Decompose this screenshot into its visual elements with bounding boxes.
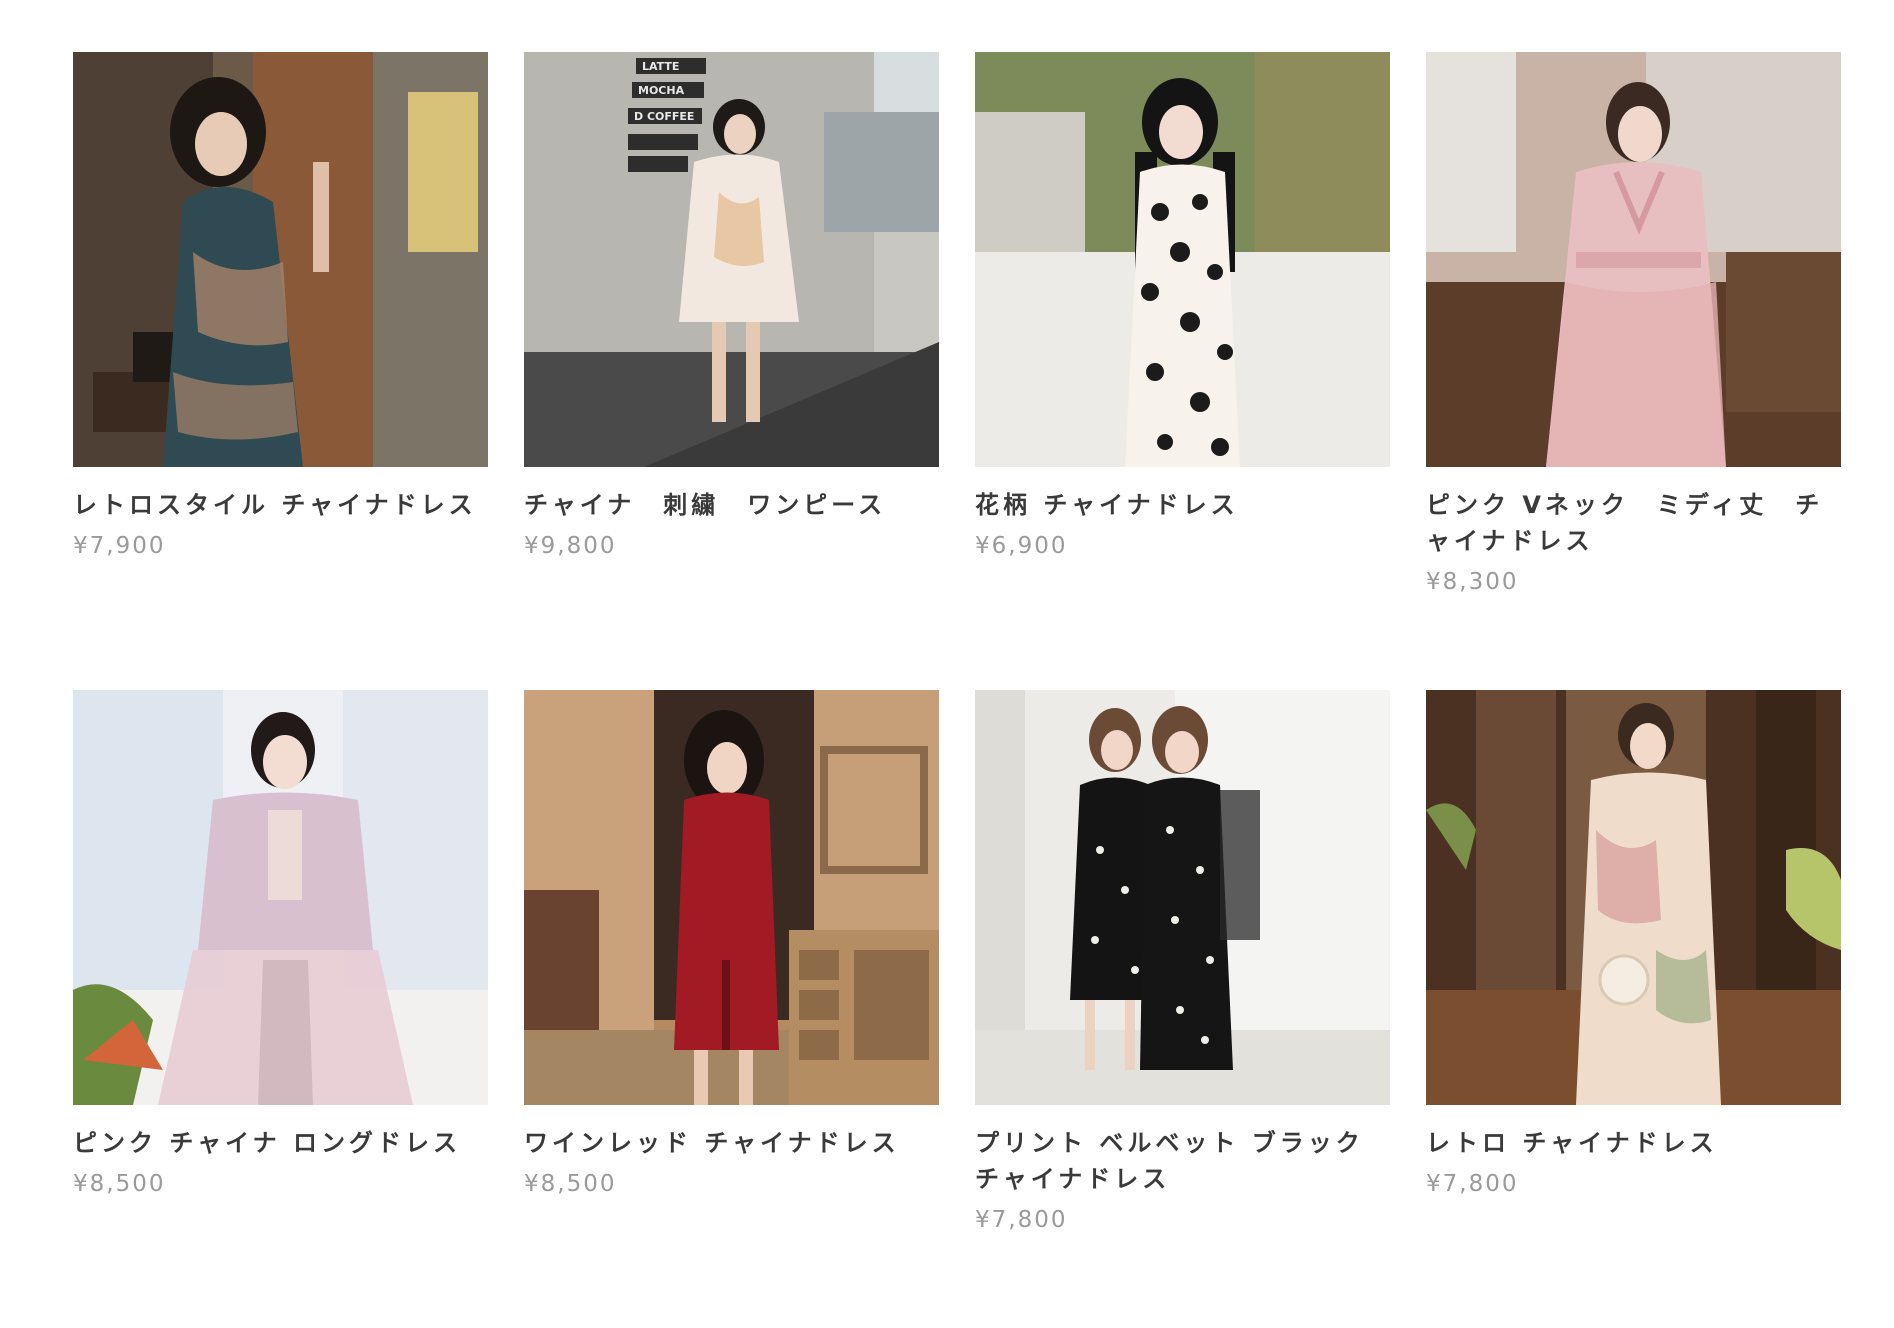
product-card[interactable]: ピンク チャイナ ロングドレス ¥8,500 — [73, 690, 488, 1328]
product-price: ¥7,800 — [975, 1207, 1068, 1233]
product-card[interactable]: レトロ チャイナドレス ¥7,800 — [1426, 690, 1841, 1328]
product-name[interactable]: 花柄 チャイナドレス — [975, 487, 1390, 523]
product-card[interactable]: ワインレッド チャイナドレス ¥8,500 — [524, 690, 939, 1328]
product-image[interactable] — [73, 690, 488, 1105]
product-image[interactable] — [524, 690, 939, 1105]
product-card[interactable]: ピンク Vネック ミディ丈 チャイナドレス ¥8,300 — [1426, 52, 1841, 690]
sign-text-mocha: MOCHA — [638, 84, 685, 97]
sign-text-coffee: D COFFEE — [634, 110, 694, 123]
product-price: ¥8,500 — [524, 1171, 617, 1197]
product-price: ¥8,300 — [1426, 569, 1519, 595]
product-image[interactable] — [1426, 52, 1841, 467]
product-card[interactable]: LATTE MOCHA D COFFEE チャイナ 刺繍 ワンピース ¥9,80… — [524, 52, 939, 690]
product-name[interactable]: ワインレッド チャイナドレス — [524, 1125, 939, 1161]
product-name[interactable]: レトロスタイル チャイナドレス — [73, 487, 488, 523]
product-image[interactable] — [975, 690, 1390, 1105]
product-card[interactable]: プリント ベルベット ブラック チャイナドレス ¥7,800 — [975, 690, 1390, 1328]
product-image[interactable]: LATTE MOCHA D COFFEE — [524, 52, 939, 467]
product-price: ¥6,900 — [975, 533, 1068, 559]
product-price: ¥7,900 — [73, 533, 166, 559]
product-image[interactable] — [975, 52, 1390, 467]
product-card[interactable]: 花柄 チャイナドレス ¥6,900 — [975, 52, 1390, 690]
product-price: ¥8,500 — [73, 1171, 166, 1197]
product-name[interactable]: ピンク Vネック ミディ丈 チャイナドレス — [1426, 487, 1841, 559]
product-price: ¥9,800 — [524, 533, 617, 559]
product-grid: レトロスタイル チャイナドレス ¥7,900 LATTE MOCHA D COF… — [73, 52, 1843, 1328]
product-image[interactable] — [1426, 690, 1841, 1105]
product-name[interactable]: チャイナ 刺繍 ワンピース — [524, 487, 939, 523]
product-image[interactable] — [73, 52, 488, 467]
product-name[interactable]: レトロ チャイナドレス — [1426, 1125, 1841, 1161]
product-name[interactable]: プリント ベルベット ブラック チャイナドレス — [975, 1125, 1390, 1197]
product-card[interactable]: レトロスタイル チャイナドレス ¥7,900 — [73, 52, 488, 690]
product-price: ¥7,800 — [1426, 1171, 1519, 1197]
product-name[interactable]: ピンク チャイナ ロングドレス — [73, 1125, 488, 1161]
sign-text-latte: LATTE — [642, 60, 679, 73]
